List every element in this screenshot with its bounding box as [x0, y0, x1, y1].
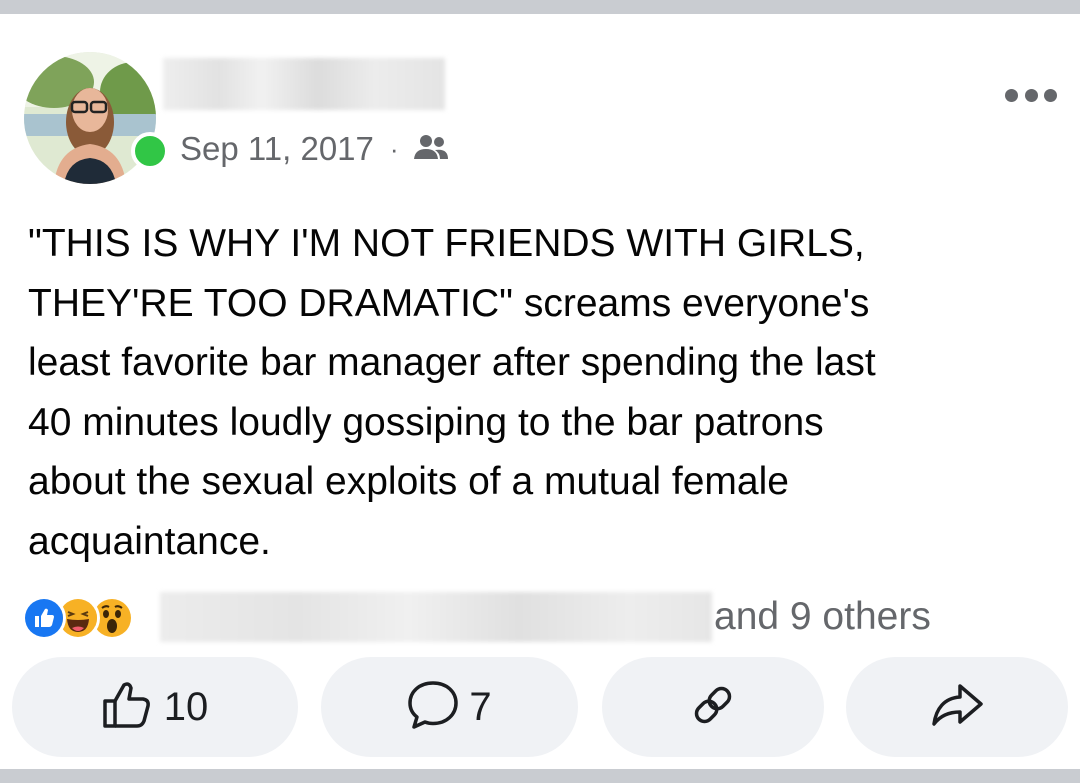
friends-icon[interactable] [413, 133, 449, 165]
like-count: 10 [163, 684, 209, 729]
online-status-indicator [131, 132, 169, 170]
reaction-icons[interactable] [22, 594, 134, 642]
meta-separator: · [389, 133, 399, 164]
feed-divider [0, 769, 1080, 783]
reaction-others-count[interactable]: and 9 others [714, 592, 931, 642]
thumbs-up-icon [102, 680, 154, 735]
post-date[interactable]: Sep 11, 2017 [180, 130, 374, 168]
copy-link-button[interactable] [602, 657, 824, 757]
like-button[interactable]: 10 [12, 657, 298, 757]
share-button[interactable] [846, 657, 1068, 757]
comment-icon [407, 679, 459, 736]
comment-button[interactable]: 7 [321, 657, 578, 757]
post-meta: Sep 11, 2017 · [180, 129, 449, 169]
share-icon [930, 682, 984, 733]
more-options-icon[interactable] [1005, 84, 1057, 106]
like-icon [22, 596, 66, 640]
comment-count: 7 [469, 684, 492, 729]
link-icon [690, 682, 736, 733]
reactor-names-redacted[interactable] [160, 592, 712, 642]
post-card: Sep 11, 2017 · "THIS IS WHY I'M NOT FRIE… [0, 14, 1080, 769]
author-name-redacted[interactable] [163, 58, 445, 110]
post-text: "THIS IS WHY I'M NOT FRIENDS WITH GIRLS,… [28, 222, 876, 563]
